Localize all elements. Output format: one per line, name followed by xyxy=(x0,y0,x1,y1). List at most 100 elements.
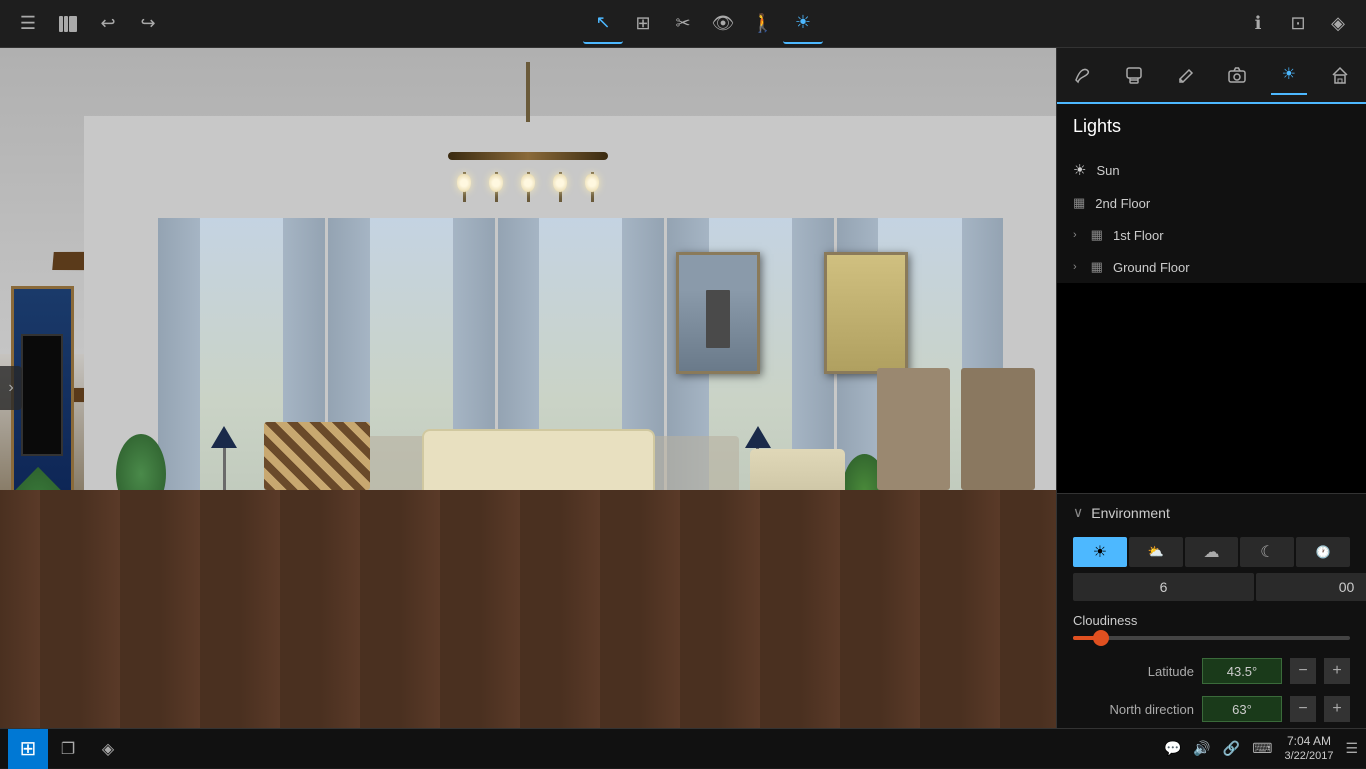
chandelier-arm-1 xyxy=(463,172,466,202)
bulb-3 xyxy=(521,174,535,192)
chandelier-arm-5 xyxy=(591,172,594,202)
1st-floor-icon: ▦ xyxy=(1091,227,1103,243)
top-toolbar: ☰ ↩ ↪ ↖ ⊞ ✂ 👁 🚶 ☀ ℹ ⊡ ◈ xyxy=(0,0,1366,48)
partly-cloudy-btn[interactable]: ⛅ xyxy=(1129,537,1183,567)
minute-input[interactable] xyxy=(1256,573,1366,601)
light-item-sun[interactable]: ☀ Sun xyxy=(1057,153,1366,187)
hamburger-menu-icon[interactable]: ☰ xyxy=(8,4,48,44)
network-icon[interactable]: 🔗 xyxy=(1223,740,1240,757)
house-tool-icon[interactable] xyxy=(1322,55,1358,95)
sun-item-label: Sun xyxy=(1096,163,1119,178)
ground-floor-icon: ▦ xyxy=(1091,259,1103,275)
day-time-btn[interactable]: ☀ xyxy=(1073,537,1127,567)
latitude-label: Latitude xyxy=(1073,664,1194,679)
environment-section: ∨ Environment ☀ ⛅ ☁ ☾ 🕐 Cloudiness xyxy=(1057,493,1366,728)
north-direction-label: North direction xyxy=(1073,702,1194,717)
1st-floor-chevron: › xyxy=(1073,229,1077,241)
camera-tool-icon[interactable] xyxy=(1219,55,1255,95)
1st-floor-label: 1st Floor xyxy=(1113,228,1164,243)
latitude-decrease-btn[interactable]: − xyxy=(1290,658,1316,684)
latitude-increase-btn[interactable]: + xyxy=(1324,658,1350,684)
latitude-input[interactable] xyxy=(1202,658,1282,684)
cloudiness-slider[interactable] xyxy=(1073,636,1350,640)
north-direction-increase-btn[interactable]: + xyxy=(1324,696,1350,722)
3d-tool-icon[interactable]: ◈ xyxy=(1318,4,1358,44)
cloudy-btn[interactable]: ☁ xyxy=(1185,537,1239,567)
env-chevron-icon: ∨ xyxy=(1073,504,1083,521)
window-tool-icon[interactable]: ⊡ xyxy=(1278,4,1318,44)
light-item-ground-floor[interactable]: › ▦ Ground Floor xyxy=(1057,251,1366,283)
action-center-icon[interactable]: ☰ xyxy=(1345,740,1358,757)
volume-icon[interactable]: 🔊 xyxy=(1193,740,1210,757)
dining-chair-1 xyxy=(961,368,1035,490)
notification-icon[interactable]: 💬 xyxy=(1164,740,1181,757)
pencil-tool-icon[interactable] xyxy=(1168,55,1204,95)
artwork-2 xyxy=(824,252,908,374)
bulb-2 xyxy=(489,174,503,192)
cloudiness-thumb[interactable] xyxy=(1093,630,1109,646)
scissors-tool-icon[interactable]: ✂ xyxy=(663,4,703,44)
chandelier-arm-4 xyxy=(559,172,562,202)
undo-icon[interactable]: ↩ xyxy=(88,4,128,44)
taskbar: ⊞ ❐ ◈ 💬 🔊 🔗 ⌨ 7:04 AM 3/22/2017 ☰ xyxy=(0,728,1366,768)
cloudiness-section: Cloudiness xyxy=(1057,605,1366,652)
light-item-1st-floor[interactable]: › ▦ 1st Floor xyxy=(1057,219,1366,251)
chandelier-rod xyxy=(526,62,530,122)
grid-tool-icon[interactable]: ⊞ xyxy=(623,4,663,44)
taskbar-date: 3/22/2017 xyxy=(1285,749,1334,763)
room-scene xyxy=(0,48,1056,728)
floor xyxy=(0,490,1056,728)
left-panel-toggle[interactable]: › xyxy=(0,366,22,410)
start-button[interactable]: ⊞ xyxy=(8,729,48,769)
walk-tool-icon[interactable]: 🚶 xyxy=(743,4,783,44)
sun-tool-icon[interactable]: ☀ xyxy=(783,4,823,44)
bulb-4 xyxy=(553,174,567,192)
artwork-1 xyxy=(676,252,760,374)
main-content: › xyxy=(0,48,1366,728)
taskbar-time: 7:04 AM xyxy=(1285,734,1334,750)
lights-list-spacer xyxy=(1057,283,1366,493)
redo-icon[interactable]: ↪ xyxy=(128,4,168,44)
time-inputs xyxy=(1073,573,1350,601)
viewport[interactable]: › xyxy=(0,48,1056,728)
chandelier-fan xyxy=(448,152,608,160)
lights-title: Lights xyxy=(1073,116,1350,137)
info-tool-icon[interactable]: ℹ xyxy=(1238,4,1278,44)
2nd-floor-icon: ▦ xyxy=(1073,195,1085,211)
view-tool-icon[interactable]: 👁 xyxy=(703,4,743,44)
hour-input[interactable] xyxy=(1073,573,1254,601)
taskbar-right: 💬 🔊 🔗 ⌨ 7:04 AM 3/22/2017 ☰ xyxy=(1164,734,1358,764)
chandelier-arm-2 xyxy=(495,172,498,202)
north-direction-decrease-btn[interactable]: − xyxy=(1290,696,1316,722)
light-item-2nd-floor[interactable]: ▦ 2nd Floor xyxy=(1057,187,1366,219)
select-tool-icon[interactable]: ↖ xyxy=(583,4,623,44)
cloudiness-label: Cloudiness xyxy=(1073,613,1350,628)
north-direction-row: North direction − + xyxy=(1057,690,1366,728)
browser-btn[interactable]: ◈ xyxy=(88,729,128,769)
keyboard-icon[interactable]: ⌨ xyxy=(1252,740,1272,757)
ground-floor-label: Ground Floor xyxy=(1113,260,1190,275)
lights-section: Lights xyxy=(1057,104,1366,153)
library-icon[interactable] xyxy=(48,4,88,44)
sun-panel-icon[interactable]: ☀ xyxy=(1271,55,1307,95)
tv xyxy=(21,334,63,456)
clock-btn[interactable]: 🕐 xyxy=(1296,537,1350,567)
taskbar-clock: 7:04 AM 3/22/2017 xyxy=(1285,734,1334,764)
dining-chair-2 xyxy=(877,368,951,490)
bulb-1 xyxy=(457,174,471,192)
latitude-row: Latitude − + xyxy=(1057,652,1366,690)
paint-tool-icon[interactable] xyxy=(1065,55,1101,95)
task-view-btn[interactable]: ❐ xyxy=(48,729,88,769)
right-panel: ☀ Lights ☀ Sun ▦ 2nd Floor › ▦ 1st xyxy=(1056,48,1366,728)
stamp-tool-icon[interactable] xyxy=(1116,55,1152,95)
chair-checkered xyxy=(264,422,370,490)
night-btn[interactable]: ☾ xyxy=(1240,537,1294,567)
bulb-5 xyxy=(585,174,599,192)
environment-label: Environment xyxy=(1091,505,1170,521)
2nd-floor-label: 2nd Floor xyxy=(1095,196,1150,211)
north-direction-input[interactable] xyxy=(1202,696,1282,722)
right-toolbar: ☀ xyxy=(1057,48,1366,104)
sun-item-icon: ☀ xyxy=(1073,161,1086,179)
ground-floor-chevron: › xyxy=(1073,261,1077,273)
environment-header[interactable]: ∨ Environment xyxy=(1057,494,1366,531)
